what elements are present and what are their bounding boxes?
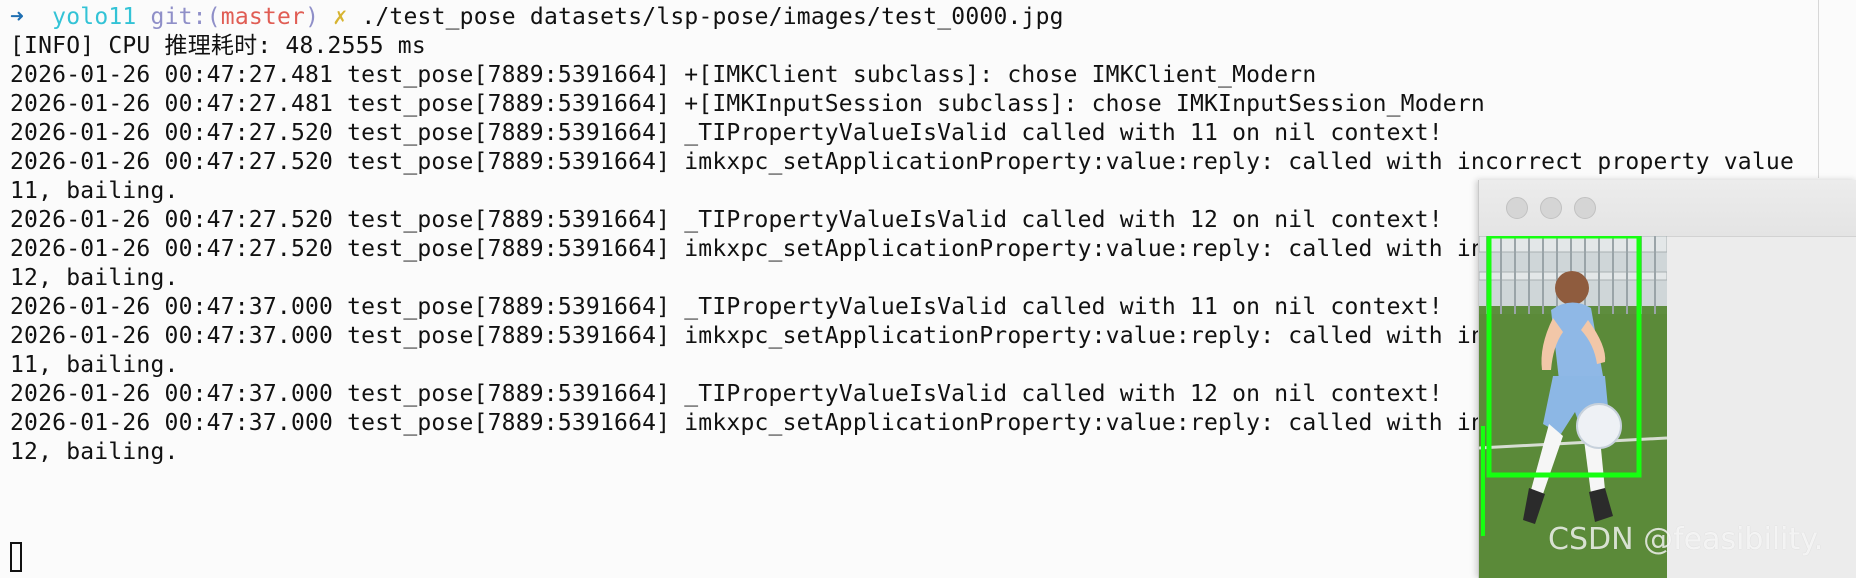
git-branch: master	[220, 4, 306, 30]
minimize-button[interactable]	[1540, 197, 1562, 219]
terminal-line: 2026-01-26 00:47:27.520 test_pose[7889:5…	[10, 236, 1485, 262]
git-label: git:(	[150, 4, 221, 30]
terminal-line: 2026-01-26 00:47:37.000 test_pose[7889:5…	[10, 410, 1485, 436]
dirty-marker: ✗	[333, 4, 348, 30]
command-text: ./test_pose datasets/lsp-pose/images/tes…	[361, 4, 1064, 30]
git-close: )	[305, 4, 320, 30]
terminal-line: 2026-01-26 00:47:37.000 test_pose[7889:5…	[10, 323, 1485, 349]
image-window-titlebar[interactable]	[1479, 180, 1856, 237]
terminal-line: 12, bailing.	[10, 439, 179, 465]
prompt-directory: yolo11	[52, 4, 137, 30]
terminal-scroll-divider	[1818, 0, 1819, 178]
close-button[interactable]	[1506, 197, 1528, 219]
watermark-text: CSDN @feasibility.	[1548, 522, 1824, 557]
terminal-cursor[interactable]	[10, 542, 22, 572]
terminal-line: 2026-01-26 00:47:27.520 test_pose[7889:5…	[10, 149, 1794, 175]
pose-result-window[interactable]	[1478, 180, 1856, 578]
zoom-button[interactable]	[1574, 197, 1596, 219]
prompt-arrow-icon: ➜	[10, 4, 25, 30]
